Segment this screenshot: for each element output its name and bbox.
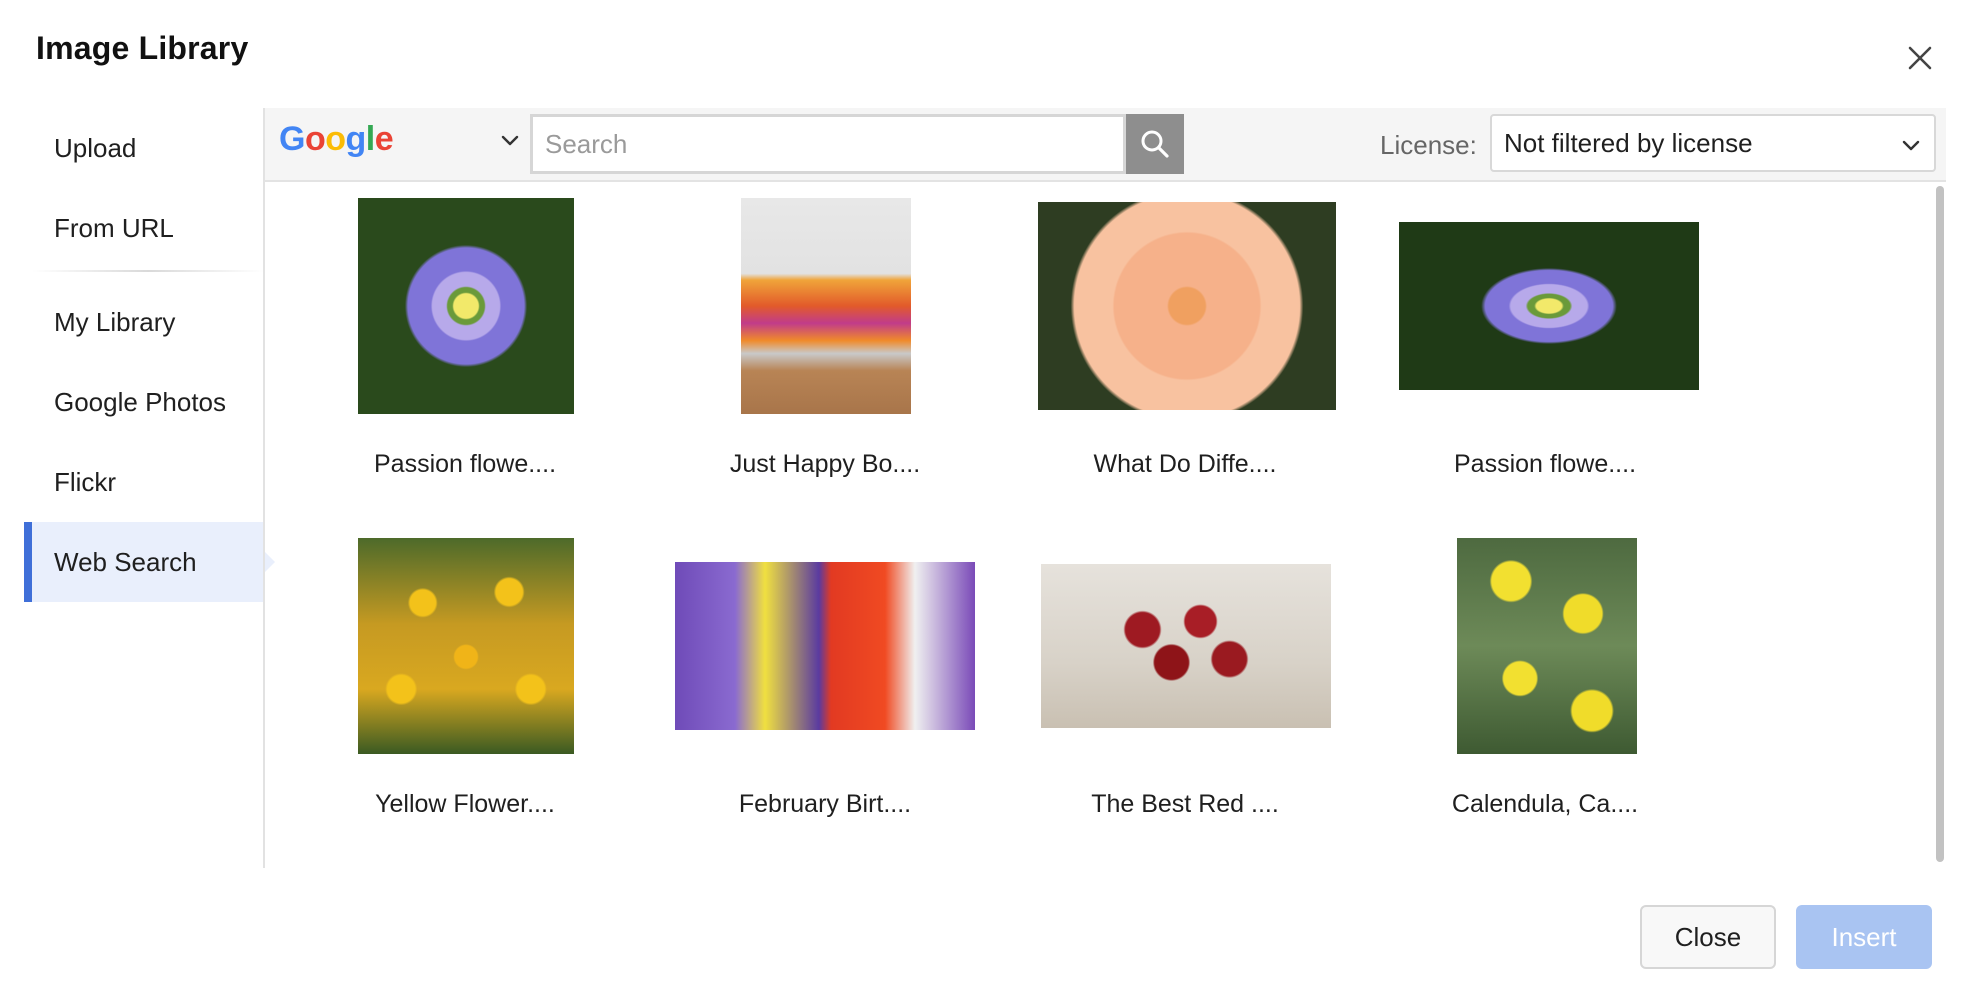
close-button[interactable]: Close (1640, 905, 1776, 969)
image-caption: Passion flowe.... (1453, 450, 1637, 478)
image-result-tile[interactable]: Passion flowe.... (305, 198, 625, 518)
sidebar-item-my-library[interactable]: My Library (24, 282, 264, 362)
image-caption: February Birt.... (738, 790, 912, 818)
grid-scrollbar-thumb[interactable] (1936, 186, 1944, 862)
image-thumbnail (1399, 222, 1699, 390)
license-select[interactable]: Not filtered by license (1490, 114, 1936, 172)
license-label: License: (1380, 130, 1477, 160)
sidebar-item-google-photos[interactable]: Google Photos (24, 362, 264, 442)
google-logo[interactable]: Google (279, 120, 394, 159)
sidebar-item-upload[interactable]: Upload (24, 108, 264, 188)
sidebar-item-label: Upload (54, 132, 137, 163)
image-results-grid: Passion flowe.... Just Happy Bo.... What… (265, 184, 1925, 868)
image-caption: The Best Red .... (1091, 790, 1279, 818)
image-result-tile[interactable]: The Best Red .... (1025, 538, 1345, 858)
image-thumbnail (675, 562, 975, 730)
sidebar-item-label: From URL (54, 212, 174, 243)
image-caption: Yellow Flower.... (375, 790, 555, 818)
image-thumbnail (1038, 202, 1336, 410)
image-caption: What Do Diffe.... (1093, 450, 1277, 478)
chevron-down-icon (1900, 133, 1922, 155)
sidebar-item-label: Google Photos (54, 386, 227, 417)
sidebar-item-flickr[interactable]: Flickr (24, 442, 264, 522)
dialog-title: Image Library (36, 30, 249, 66)
sidebar-item-web-search[interactable]: Web Search (24, 522, 275, 602)
google-logo-text: Google (279, 120, 394, 158)
sidebar: Upload From URL My Library Google Photos… (24, 108, 275, 868)
image-caption: Just Happy Bo.... (729, 450, 921, 478)
sidebar-item-label: Flickr (54, 466, 117, 497)
image-thumbnail (1457, 538, 1637, 754)
search-toolbar: Google License: Not filtered by license (265, 108, 1946, 182)
image-thumbnail (358, 198, 574, 414)
sidebar-item-label: Web Search (54, 546, 197, 577)
search-input[interactable] (530, 114, 1126, 174)
insert-button[interactable]: Insert (1796, 905, 1932, 969)
search-icon (1141, 130, 1169, 158)
image-caption: Calendula, Ca.... (1451, 790, 1639, 818)
image-thumbnail (741, 198, 911, 414)
image-result-tile[interactable]: Passion flowe.... (1385, 198, 1705, 518)
image-thumbnail (1041, 564, 1331, 728)
search-button[interactable] (1126, 114, 1184, 174)
sidebar-divider (32, 270, 264, 272)
image-result-tile[interactable]: February Birt.... (665, 538, 985, 858)
image-result-tile[interactable]: Calendula, Ca.... (1385, 538, 1705, 858)
close-icon[interactable] (1900, 38, 1940, 78)
sidebar-item-label: My Library (54, 306, 176, 337)
license-selected-value: Not filtered by license (1504, 127, 1753, 158)
image-result-tile[interactable]: Yellow Flower.... (305, 538, 625, 858)
image-library-dialog: Image Library Upload From URL My Library… (0, 0, 1966, 1000)
image-thumbnail (358, 538, 574, 754)
image-caption: Passion flowe.... (373, 450, 557, 478)
sidebar-item-from-url[interactable]: From URL (24, 188, 264, 268)
image-result-tile[interactable]: Just Happy Bo.... (665, 198, 985, 518)
image-result-tile[interactable]: What Do Diffe.... (1025, 198, 1345, 518)
chevron-down-icon[interactable] (499, 130, 521, 152)
